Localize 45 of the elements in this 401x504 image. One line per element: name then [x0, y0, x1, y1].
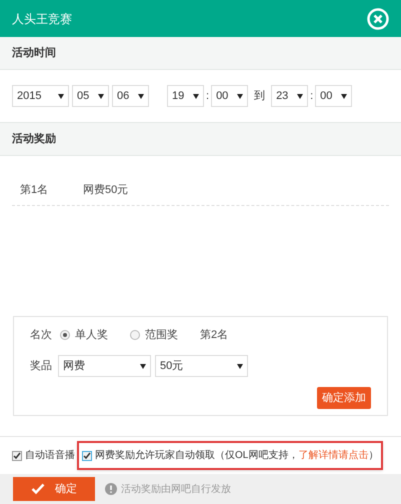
info-icon	[105, 483, 117, 495]
rank-value: 第2名	[200, 328, 228, 343]
close-icon[interactable]	[367, 8, 389, 30]
closing-paren: ）	[368, 450, 378, 463]
window-title: 人头王竞赛	[12, 10, 72, 28]
dropdown[interactable]: 2015	[12, 85, 69, 107]
checkbox[interactable]	[12, 450, 22, 460]
caret-icon	[138, 94, 144, 98]
details-link[interactable]: 了解详情请点击	[298, 448, 368, 463]
caret-icon	[193, 94, 199, 98]
dropdown[interactable]: 00	[211, 85, 248, 107]
dropdown[interactable]: 06	[112, 85, 149, 107]
time-separator: :	[206, 88, 210, 104]
time-separator: :	[310, 88, 314, 104]
dropdown[interactable]: 00	[315, 85, 352, 107]
radio-label: 单人奖	[75, 328, 108, 343]
section-title: 活动时间	[12, 46, 56, 61]
caret-icon	[237, 94, 244, 98]
rank-label: 第1名	[20, 183, 50, 198]
checkbox-label: 网费奖励允许玩家自动领取（仅OL网吧支持，	[95, 448, 298, 463]
caret-icon	[341, 94, 348, 98]
to-label: 到	[254, 88, 266, 104]
caret-icon	[237, 364, 243, 368]
caret-icon	[140, 364, 146, 368]
note-text: 活动奖励由网吧自行发放	[121, 482, 231, 496]
radio-button[interactable]	[60, 330, 70, 340]
radio-label: 范围奖	[145, 328, 178, 343]
dropdown[interactable]: 05	[72, 85, 109, 107]
dropdown[interactable]: 23	[271, 85, 308, 107]
confirm-button[interactable]: 确定	[13, 477, 95, 501]
caret-icon	[58, 94, 64, 98]
add-button[interactable]: 确定添加	[317, 387, 371, 409]
check-icon	[31, 483, 45, 495]
checkbox[interactable]	[82, 450, 92, 460]
checkbox-label: 自动语音播	[25, 448, 75, 463]
radio-button[interactable]	[130, 330, 140, 340]
section-title: 活动奖励	[12, 132, 56, 147]
dropdown[interactable]: 网费	[58, 355, 151, 377]
prize-label: 网费50元	[83, 183, 128, 198]
field-label: 名次	[30, 328, 52, 343]
dropdown[interactable]: 50元	[155, 355, 248, 377]
dropdown[interactable]: 19	[167, 85, 204, 107]
caret-icon	[297, 94, 304, 98]
caret-icon	[98, 94, 104, 98]
field-label: 奖品	[30, 358, 52, 374]
